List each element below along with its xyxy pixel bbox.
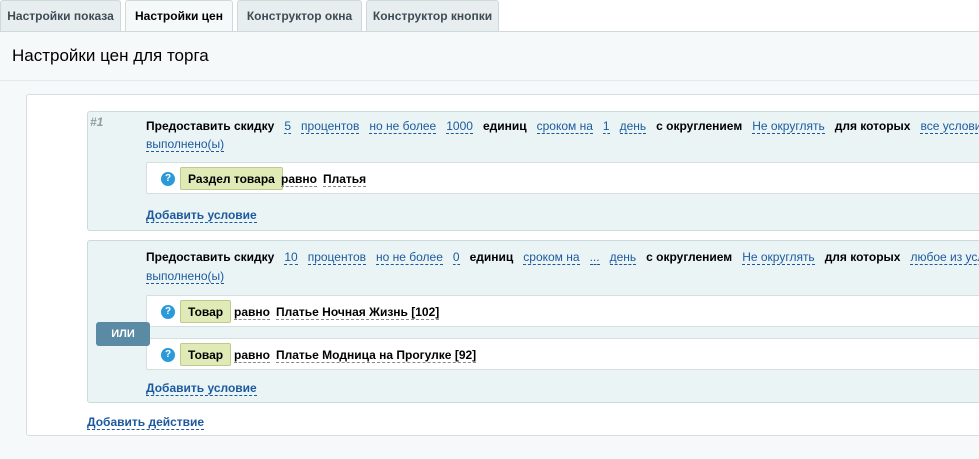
discount-value-link[interactable]: 5 — [284, 119, 292, 134]
help-icon[interactable]: ? — [161, 305, 175, 319]
action-rule-line2: выполнено(ы) — [146, 137, 225, 152]
condition-row: ? Товар равно Платье Ночная Жизнь [102] — [146, 295, 979, 327]
rounding-link[interactable]: Не округлять — [742, 250, 815, 265]
condition-mode-link-continued[interactable]: выполнено(ы) — [146, 137, 225, 152]
rule-text: для которых — [834, 119, 911, 133]
rule-text: для которых — [824, 250, 901, 264]
condition-value[interactable]: Платье Ночная Жизнь [102] — [276, 305, 440, 320]
tab-bar: Настройки показа Настройки цен Конструкт… — [0, 0, 979, 33]
rule-text: с округлением — [646, 250, 733, 264]
max-label-link[interactable]: но не более — [376, 250, 443, 265]
help-icon[interactable]: ? — [161, 348, 175, 362]
condition-mode-link-continued[interactable]: выполнено(ы) — [146, 269, 225, 284]
action-rule-line: Предоставить скидку 10 процентов но не боле… — [146, 250, 979, 265]
condition-value[interactable]: Платья — [323, 172, 367, 187]
add-condition-link[interactable]: Добавить условие — [146, 208, 257, 223]
tab-display-settings[interactable]: Настройки показа — [0, 0, 121, 32]
condition-operator[interactable]: равно — [234, 348, 270, 363]
condition-row: ? Раздел товара равно Платья — [146, 162, 979, 194]
condition-field-chip[interactable]: Товар — [180, 343, 232, 366]
tab-price-settings[interactable]: Настройки цен — [125, 0, 233, 33]
condition-operator[interactable]: равно — [234, 305, 270, 320]
discount-units-link[interactable]: процентов — [307, 250, 366, 265]
settings-panel: Настройки цен для торга #1 Предоставить … — [0, 32, 979, 459]
condition-value[interactable]: Платье Модница на Прогулке [92] — [276, 348, 477, 363]
condition-mode-link[interactable]: все условия — [920, 119, 979, 134]
rule-text: Предоставить скидку — [146, 119, 275, 133]
actions-container: #1 Предоставить скидку 5 процентов но не бо… — [26, 94, 979, 436]
max-value-link[interactable]: 1000 — [446, 119, 473, 134]
rule-text: единиц — [469, 250, 514, 264]
page-title: Настройки цен для торга — [12, 46, 209, 65]
add-condition-link[interactable]: Добавить условие — [146, 381, 257, 396]
condition-field-chip[interactable]: Товар — [180, 300, 232, 323]
add-action-link[interactable]: Добавить действие — [87, 415, 205, 430]
period-label-link[interactable]: сроком на — [536, 119, 593, 134]
discount-value-link[interactable]: 10 — [284, 250, 298, 265]
rule-text: Предоставить скидку — [146, 250, 275, 264]
action-block-1: #1 Предоставить скидку 5 процентов но не бо… — [87, 111, 979, 231]
action-block-2: Предоставить скидку 10 процентов но не боле… — [87, 240, 979, 403]
condition-mode-link[interactable]: любое из условий — [910, 250, 979, 265]
title-divider — [0, 80, 979, 81]
or-badge[interactable]: ИЛИ — [96, 322, 150, 346]
tab-button-builder[interactable]: Конструктор кнопки — [366, 0, 499, 32]
max-label-link[interactable]: но не более — [369, 119, 437, 134]
rule-text: единиц — [482, 119, 527, 133]
condition-operator[interactable]: равно — [281, 172, 317, 187]
period-label-link[interactable]: сроком на — [523, 250, 580, 265]
tab-window-builder[interactable]: Конструктор окна — [237, 0, 362, 32]
help-icon[interactable]: ? — [161, 172, 175, 186]
period-value-link[interactable]: 1 — [602, 119, 610, 134]
rounding-link[interactable]: Не округлять — [752, 119, 825, 134]
period-unit-link[interactable]: день — [609, 250, 637, 265]
rule-text: с округлением — [656, 119, 743, 133]
discount-units-link[interactable]: процентов — [301, 119, 360, 134]
action-rule-line2: выполнено(ы) — [146, 269, 225, 284]
condition-row: ? Товар равно Платье Модница на Прогулке… — [146, 338, 979, 370]
action-number: #1 — [90, 115, 104, 129]
max-value-link[interactable]: 0 — [452, 250, 460, 265]
period-unit-link[interactable]: день — [619, 119, 647, 134]
period-value-link[interactable]: ... — [589, 250, 600, 265]
action-rule-line: Предоставить скидку 5 процентов но не более… — [146, 119, 979, 134]
condition-field-chip[interactable]: Раздел товара — [180, 167, 283, 190]
